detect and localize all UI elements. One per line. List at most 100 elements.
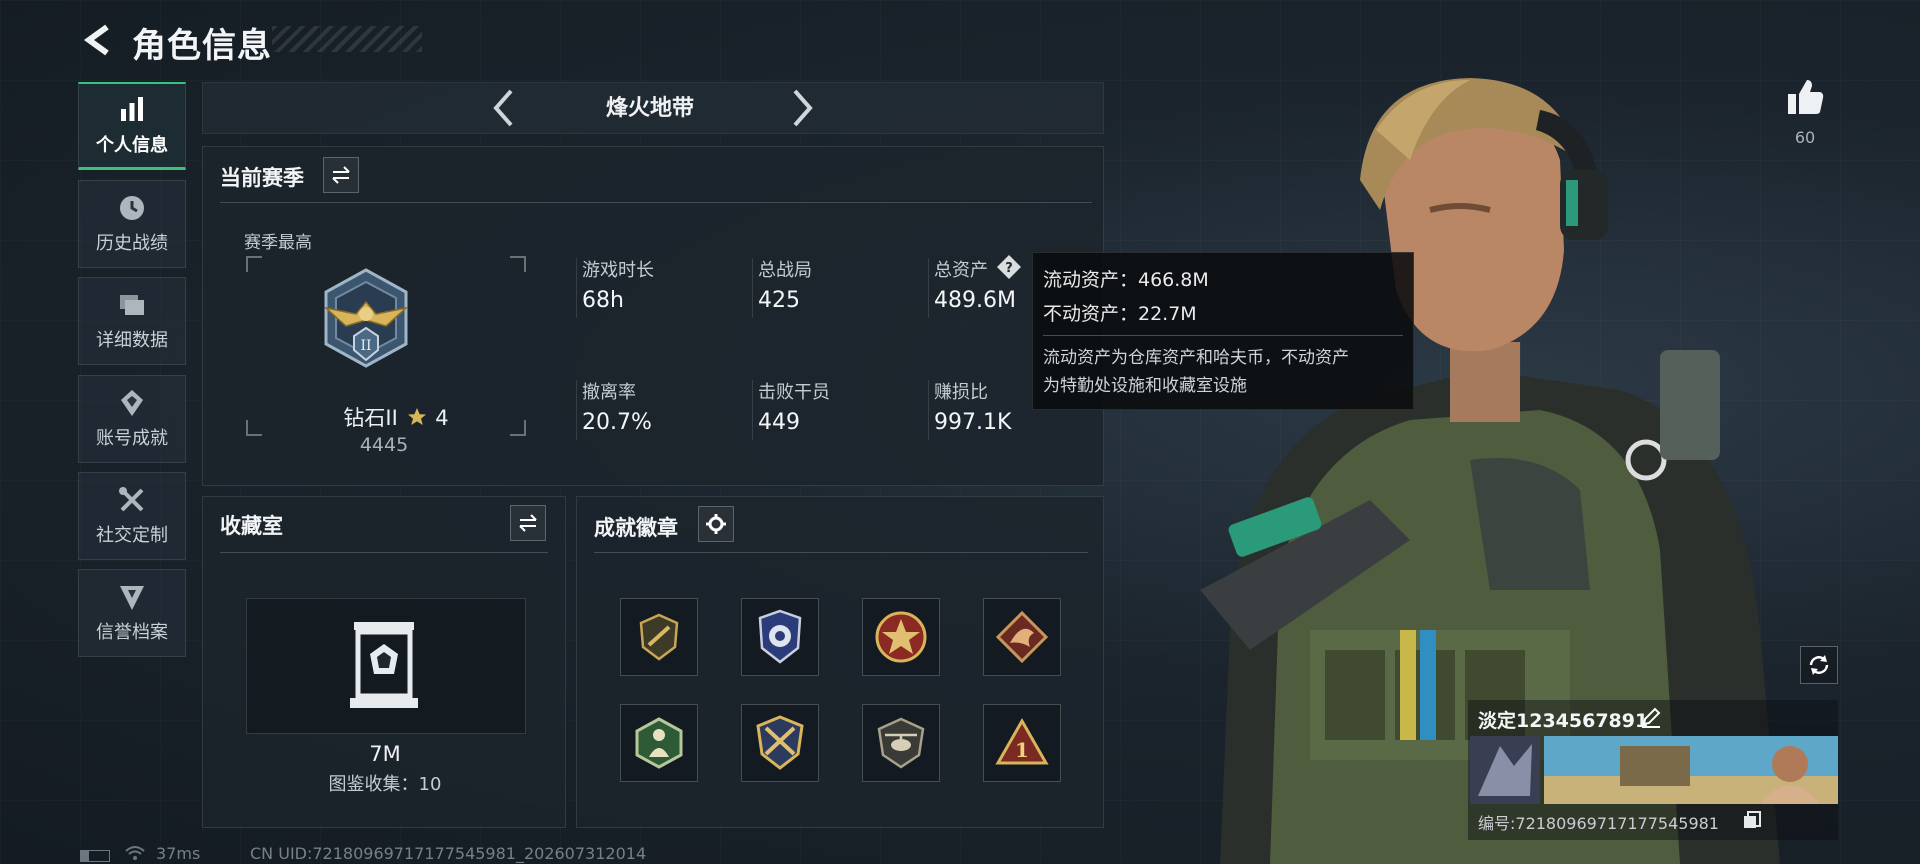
collection-title: 收藏室 bbox=[220, 514, 283, 538]
stat-value-operators-defeated: 449 bbox=[758, 410, 800, 435]
stat-label-total-matches: 总战局 bbox=[758, 260, 812, 281]
badge-star[interactable] bbox=[862, 598, 940, 676]
stat-value-profit-ratio: 997.1K bbox=[934, 410, 1012, 435]
player-id: 编号:72180969717177545981 bbox=[1478, 814, 1719, 833]
achievements-title: 成就徽章 bbox=[594, 516, 678, 540]
frame-corner bbox=[246, 256, 262, 272]
achievements-settings-button[interactable] bbox=[698, 506, 734, 542]
ping-text: 37ms bbox=[156, 844, 201, 863]
season-switch-button[interactable] bbox=[323, 157, 359, 193]
wifi-icon bbox=[125, 846, 145, 860]
season-best-label: 赛季最高 bbox=[244, 233, 312, 253]
stat-value-total-assets: 489.6M bbox=[934, 288, 1016, 313]
rank-score: 4445 bbox=[359, 434, 409, 456]
divider bbox=[752, 380, 753, 440]
title-decoration bbox=[272, 26, 422, 52]
frame-corner bbox=[510, 420, 526, 436]
next-mode-button[interactable] bbox=[780, 86, 824, 130]
rank-line: 钻石II 4 bbox=[316, 402, 476, 432]
display-case-icon bbox=[350, 622, 418, 708]
thumbs-up-icon bbox=[1788, 80, 1824, 114]
sidebar-item-personal-info[interactable]: 个人信息 bbox=[78, 82, 186, 170]
back-button[interactable] bbox=[78, 20, 118, 60]
badge-helicopter[interactable] bbox=[862, 704, 940, 782]
divider bbox=[220, 202, 1092, 203]
stat-label-operators-defeated: 击败干员 bbox=[758, 382, 830, 403]
badge-shield[interactable] bbox=[741, 598, 819, 676]
badge-rifle[interactable] bbox=[620, 598, 698, 676]
reputation-icon bbox=[120, 586, 144, 610]
stat-label-extraction-rate: 撤离率 bbox=[582, 382, 636, 403]
folders-icon bbox=[120, 295, 144, 315]
achievement-icon bbox=[121, 390, 143, 416]
tools-icon bbox=[119, 487, 144, 512]
battery-icon bbox=[80, 850, 110, 862]
sidebar-item-history[interactable]: 历史战绩 bbox=[78, 180, 186, 268]
sidebar-item-reputation[interactable]: 信誉档案 bbox=[78, 569, 186, 657]
like-count: 60 bbox=[1794, 128, 1816, 147]
tooltip-desc-line2: 为特勤处设施和收藏室设施 bbox=[1043, 376, 1247, 396]
stat-label-playtime: 游戏时长 bbox=[582, 260, 654, 281]
star-badge-icon bbox=[875, 611, 927, 663]
stat-label-total-assets: 总资产 bbox=[934, 260, 988, 281]
stat-value-total-matches: 425 bbox=[758, 288, 800, 313]
sidebar-item-label: 历史战绩 bbox=[96, 233, 168, 254]
divider bbox=[576, 380, 577, 440]
prev-mode-button[interactable] bbox=[482, 86, 526, 130]
diamond-rank-emblem-icon: II bbox=[323, 268, 409, 368]
uid-text: CN UID:72180969717177545981_202607312014 bbox=[250, 844, 647, 863]
frame-corner bbox=[246, 420, 262, 436]
mode-label: 烽火地带 bbox=[605, 96, 694, 121]
assets-help-button[interactable]: ? bbox=[996, 254, 1022, 280]
question-icon: ? bbox=[997, 255, 1021, 279]
rank-name: 钻石II bbox=[343, 406, 398, 430]
stat-label-profit-ratio: 赚损比 bbox=[934, 382, 988, 403]
copy-id-button[interactable] bbox=[1742, 810, 1762, 830]
divider bbox=[220, 552, 548, 553]
figure-badge-icon bbox=[635, 717, 683, 769]
page-title: 角色信息 bbox=[132, 26, 272, 66]
shield-badge-icon bbox=[758, 609, 802, 664]
back-arrow-icon bbox=[83, 24, 109, 56]
tooltip-liquid-assets: 流动资产：466.8M bbox=[1043, 269, 1209, 291]
crossed-guns-badge-icon bbox=[756, 715, 804, 770]
gear-icon bbox=[706, 514, 726, 534]
svg-text:1: 1 bbox=[1015, 738, 1029, 762]
star-icon bbox=[407, 408, 426, 425]
helicopter-badge-icon bbox=[877, 717, 925, 769]
like-button[interactable] bbox=[1784, 76, 1826, 118]
collection-switch-button[interactable] bbox=[510, 505, 546, 541]
badge-figure[interactable] bbox=[620, 704, 698, 782]
sidebar-item-social[interactable]: 社交定制 bbox=[78, 472, 186, 560]
sidebar-item-label: 信誉档案 bbox=[96, 622, 168, 643]
badge-number-one[interactable]: 1 bbox=[983, 704, 1061, 782]
stat-value-playtime: 68h bbox=[582, 288, 624, 313]
badge-dragon[interactable] bbox=[983, 598, 1061, 676]
divider bbox=[752, 258, 753, 318]
history-clock-icon bbox=[120, 196, 144, 220]
swap-icon bbox=[332, 166, 350, 184]
svg-text:II: II bbox=[360, 338, 371, 354]
copy-icon bbox=[1744, 811, 1761, 828]
badge-crossed-guns[interactable] bbox=[741, 704, 819, 782]
collection-catalog: 图鉴收集：10 bbox=[328, 774, 442, 795]
chevron-left-icon bbox=[493, 89, 513, 127]
divider bbox=[594, 552, 1088, 553]
pencil-icon bbox=[1642, 707, 1661, 728]
player-name: 淡定1234567891 bbox=[1478, 710, 1649, 732]
collection-value: 7M bbox=[369, 742, 401, 766]
tooltip-desc-line1: 流动资产为仓库资产和哈夫币，不动资产 bbox=[1043, 348, 1349, 368]
bar-chart-icon bbox=[121, 96, 143, 121]
svg-text:?: ? bbox=[1005, 261, 1013, 276]
refresh-icon bbox=[1809, 655, 1829, 675]
rotate-model-button[interactable] bbox=[1800, 646, 1838, 684]
sidebar-item-achievements[interactable]: 账号成就 bbox=[78, 375, 186, 463]
profile-banner[interactable] bbox=[1470, 736, 1838, 804]
season-title: 当前赛季 bbox=[220, 166, 304, 190]
sidebar-item-label: 社交定制 bbox=[96, 525, 168, 546]
stat-value-extraction-rate: 20.7% bbox=[582, 410, 652, 435]
sidebar-item-detailed-data[interactable]: 详细数据 bbox=[78, 277, 186, 365]
sidebar-item-label: 个人信息 bbox=[96, 134, 168, 156]
profile-banner-image bbox=[1470, 736, 1838, 804]
edit-name-button[interactable] bbox=[1640, 706, 1662, 728]
